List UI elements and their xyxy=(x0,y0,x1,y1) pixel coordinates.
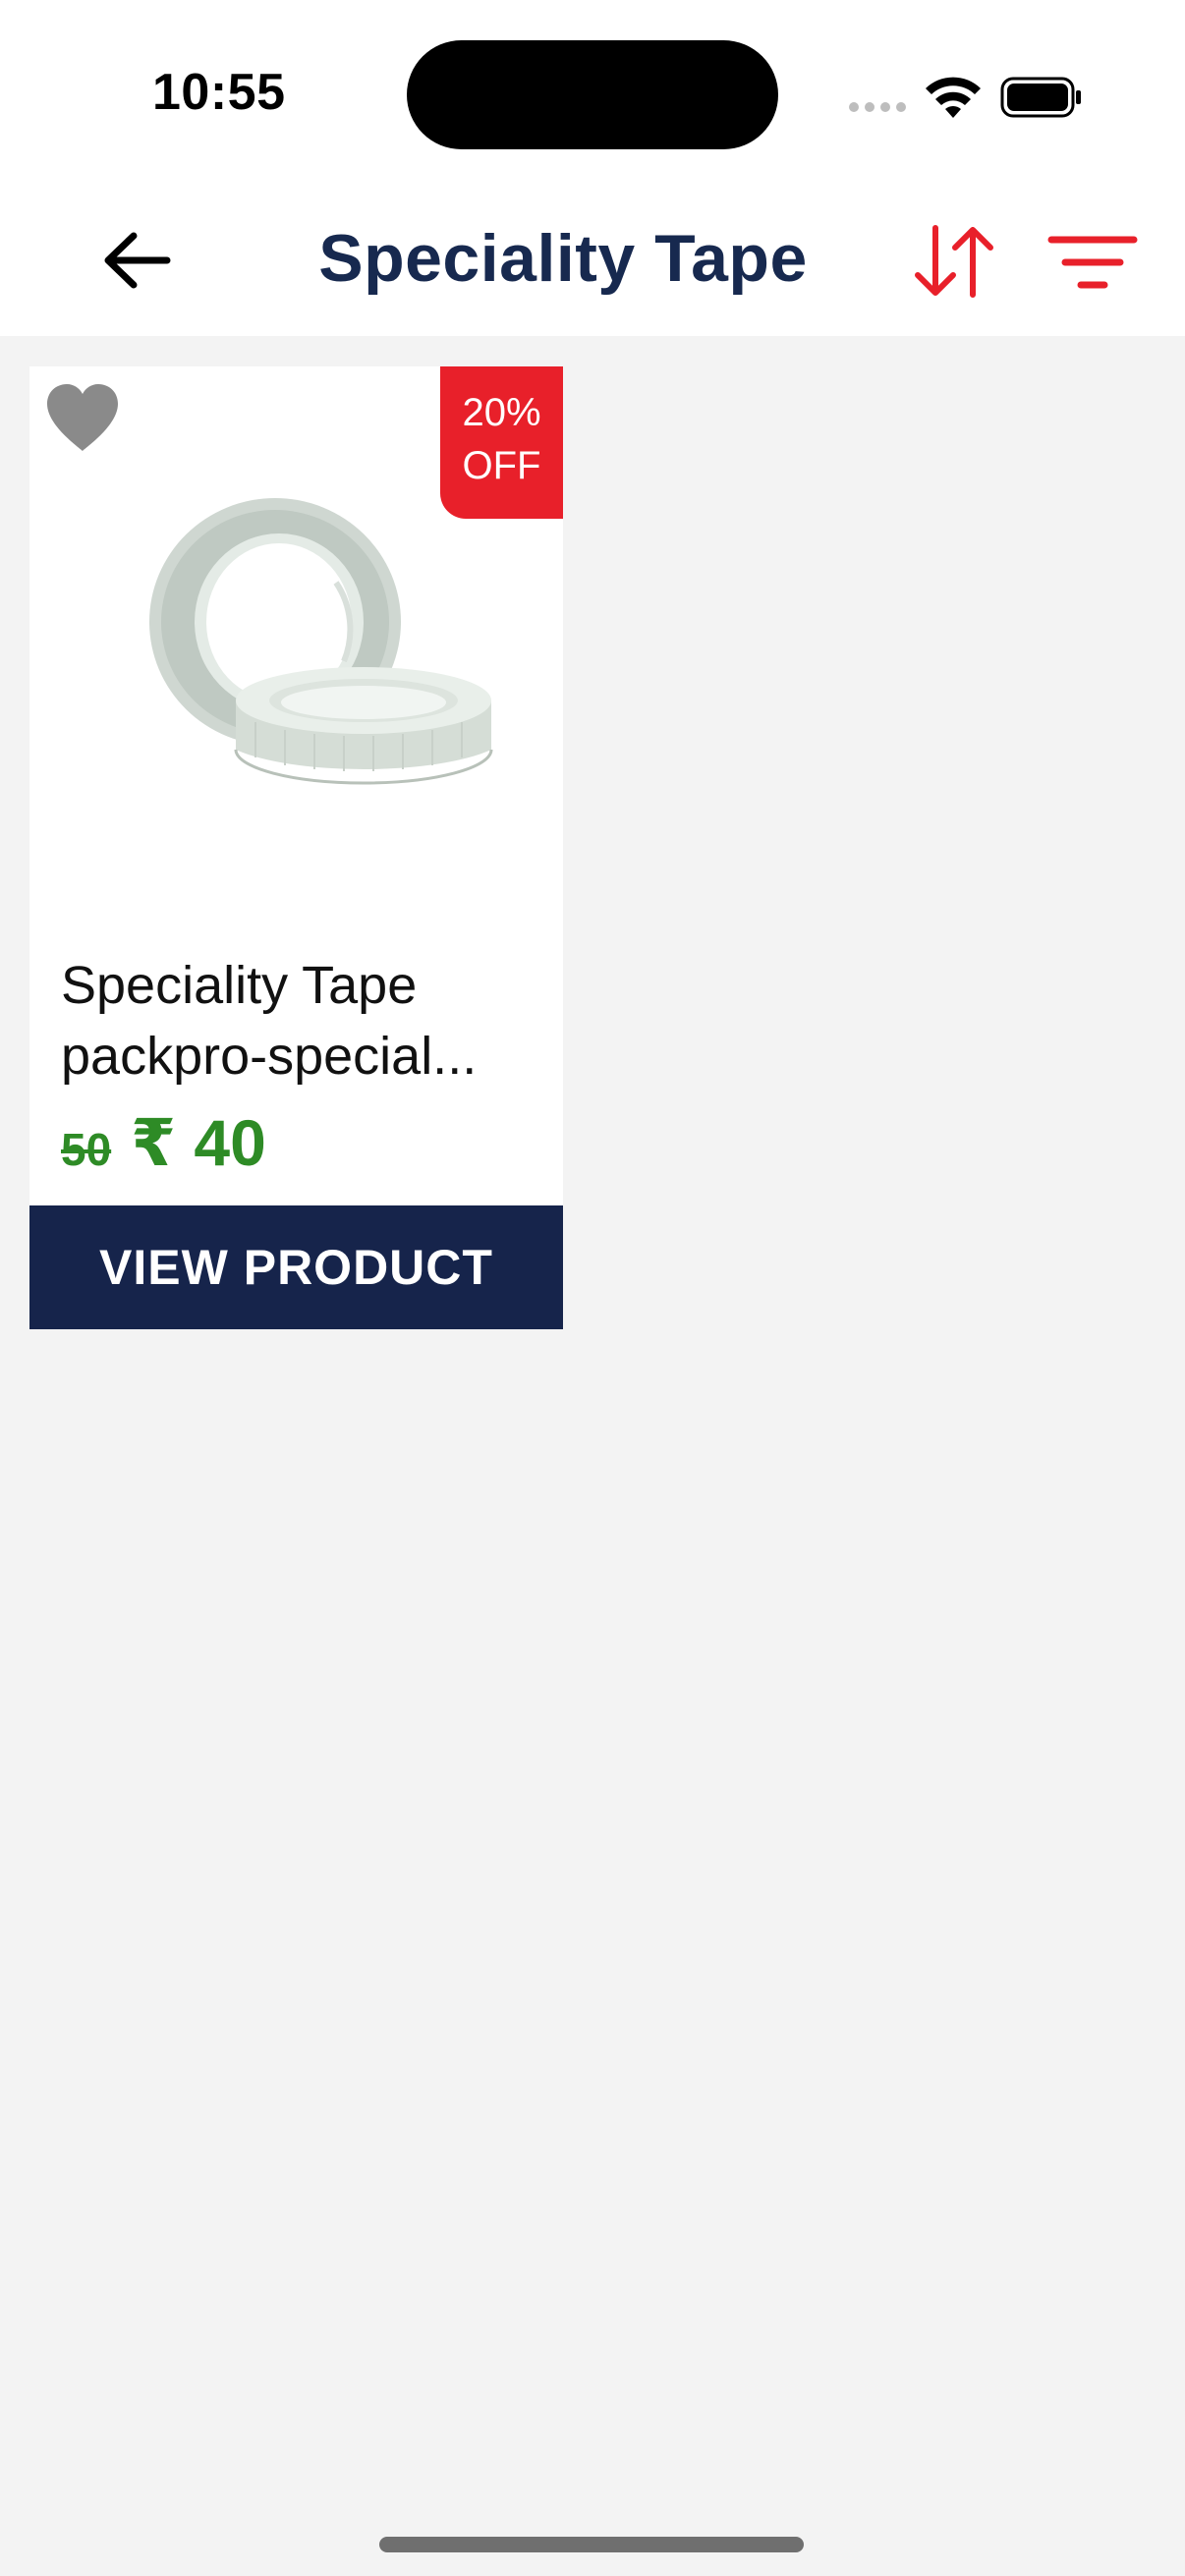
old-price: 50 xyxy=(61,1124,112,1175)
home-indicator[interactable] xyxy=(379,2537,804,2552)
filter-lines-icon xyxy=(1047,236,1138,289)
filter-button[interactable] xyxy=(1047,234,1138,293)
heart-icon xyxy=(47,384,118,451)
product-image[interactable] xyxy=(118,494,531,809)
dynamic-island xyxy=(407,40,778,149)
sort-arrows-icon xyxy=(915,225,993,298)
new-price: ₹ 40 xyxy=(131,1106,266,1179)
cellular-signal-icon xyxy=(849,102,906,112)
app-header: Speciality Tape xyxy=(0,187,1185,336)
sort-button[interactable] xyxy=(910,222,998,301)
view-product-button[interactable]: VIEW PRODUCT xyxy=(29,1205,563,1329)
product-name-line1: Speciality Tape xyxy=(61,956,418,1015)
product-name-line2: packpro-special... xyxy=(61,1027,478,1086)
product-card[interactable]: 20% OFF Speciality Tape packpro-special.… xyxy=(29,366,563,1329)
status-time: 10:55 xyxy=(152,64,286,121)
wishlist-button[interactable] xyxy=(41,380,124,455)
discount-percent: 20% xyxy=(462,391,541,434)
discount-off-label: OFF xyxy=(462,444,541,487)
status-bar: 10:55 xyxy=(0,0,1185,187)
product-name[interactable]: Speciality Tape packpro-special... xyxy=(61,950,542,1092)
price-row: 50 ₹ 40 xyxy=(61,1105,266,1181)
wifi-icon xyxy=(926,77,981,118)
battery-icon xyxy=(1000,77,1081,118)
